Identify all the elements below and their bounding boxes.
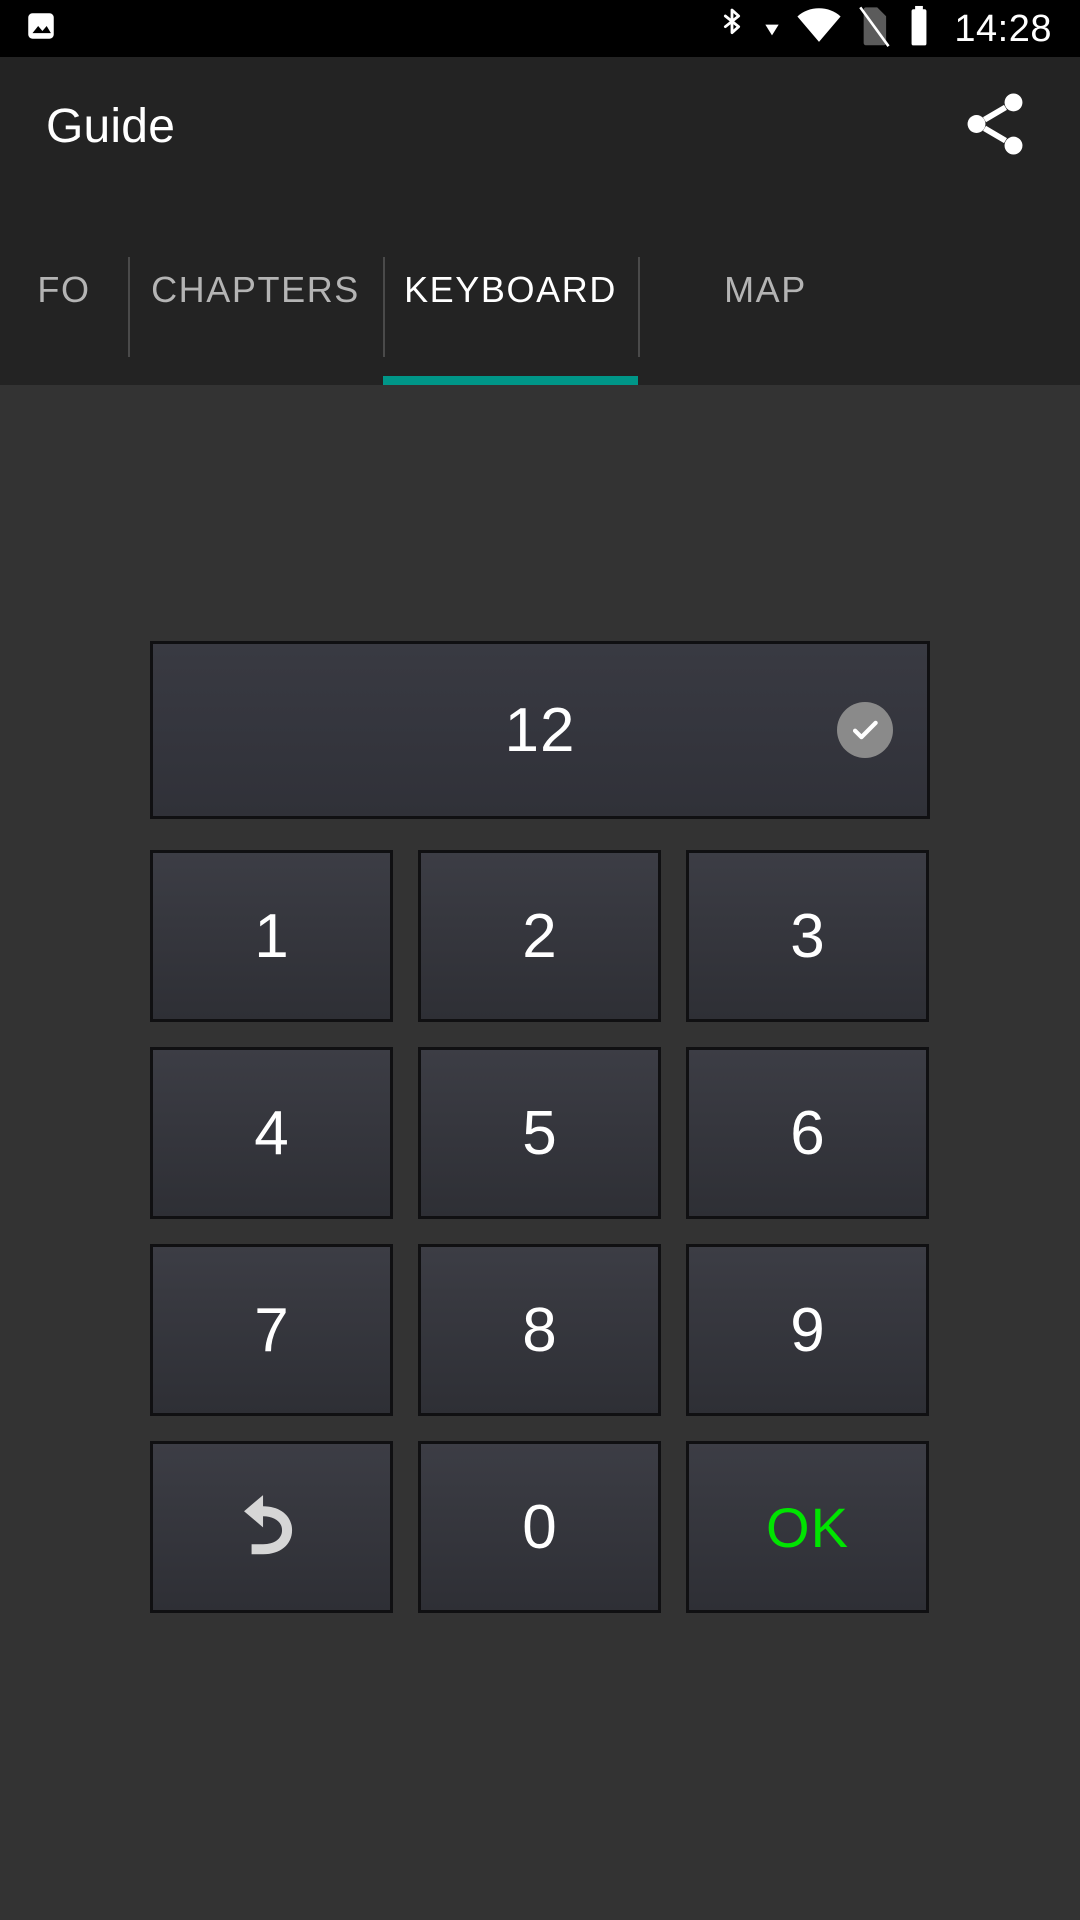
numeric-keypad: 1 2 3 4 5 6 7 8 9 0 OK (150, 850, 930, 1613)
key-9[interactable]: 9 (686, 1244, 929, 1416)
key-label: 6 (790, 1098, 825, 1168)
key-label: 3 (790, 901, 825, 971)
tab-info[interactable]: FO (0, 195, 128, 385)
share-icon[interactable] (958, 87, 1032, 166)
key-label: 4 (254, 1098, 289, 1168)
tab-active-indicator (383, 376, 638, 385)
keypad-row: 0 OK (150, 1441, 930, 1613)
key-label: 5 (522, 1098, 557, 1168)
undo-arrow-icon (229, 1484, 315, 1570)
photo-icon (24, 9, 58, 48)
tab-list: FO CHAPTERS KEYBOARD MAP (0, 195, 1080, 385)
key-label: 9 (790, 1295, 825, 1365)
key-7[interactable]: 7 (150, 1244, 393, 1416)
key-0[interactable]: 0 (418, 1441, 661, 1613)
tab-info-label: FO (37, 269, 91, 310)
tab-map-label: MAP (724, 269, 807, 310)
no-sim-icon (856, 5, 892, 52)
key-label: 7 (254, 1295, 289, 1365)
bluetooth-icon (716, 6, 748, 51)
number-display-value: 12 (504, 695, 576, 765)
key-4[interactable]: 4 (150, 1047, 393, 1219)
app-bar: Guide (0, 57, 1080, 195)
key-label: OK (766, 1495, 849, 1559)
tab-map[interactable]: MAP (638, 195, 893, 385)
page-title: Guide (46, 99, 176, 153)
status-bar: 14:28 (0, 0, 1080, 57)
key-label: 0 (522, 1492, 557, 1562)
key-6[interactable]: 6 (686, 1047, 929, 1219)
tab-bar: FO CHAPTERS KEYBOARD MAP (0, 195, 1080, 385)
key-label: 8 (522, 1295, 557, 1365)
key-8[interactable]: 8 (418, 1244, 661, 1416)
tab-chapters[interactable]: CHAPTERS (128, 195, 383, 385)
key-ok[interactable]: OK (686, 1441, 929, 1613)
key-3[interactable]: 3 (686, 850, 929, 1022)
key-2[interactable]: 2 (418, 850, 661, 1022)
key-1[interactable]: 1 (150, 850, 393, 1022)
key-label: 1 (254, 901, 289, 971)
download-arrow-icon (762, 6, 782, 51)
status-bar-right: 14:28 (716, 5, 1080, 52)
keyboard-panel: 12 1 2 3 4 5 6 7 8 9 0 OK (0, 385, 1080, 1920)
status-bar-left (0, 9, 58, 48)
keypad-row: 1 2 3 (150, 850, 930, 1022)
confirm-check-icon[interactable] (837, 702, 893, 758)
status-bar-clock: 14:28 (954, 7, 1052, 50)
keypad-row: 4 5 6 (150, 1047, 930, 1219)
key-backspace[interactable] (150, 1441, 393, 1613)
tab-keyboard-label: KEYBOARD (404, 269, 617, 310)
tab-chapters-label: CHAPTERS (151, 269, 360, 310)
keypad-row: 7 8 9 (150, 1244, 930, 1416)
key-5[interactable]: 5 (418, 1047, 661, 1219)
app-bar-actions (958, 87, 1080, 166)
wifi-icon (796, 6, 842, 51)
battery-icon (906, 5, 932, 52)
tab-keyboard[interactable]: KEYBOARD (383, 195, 638, 385)
key-label: 2 (522, 901, 557, 971)
number-display[interactable]: 12 (150, 641, 930, 819)
